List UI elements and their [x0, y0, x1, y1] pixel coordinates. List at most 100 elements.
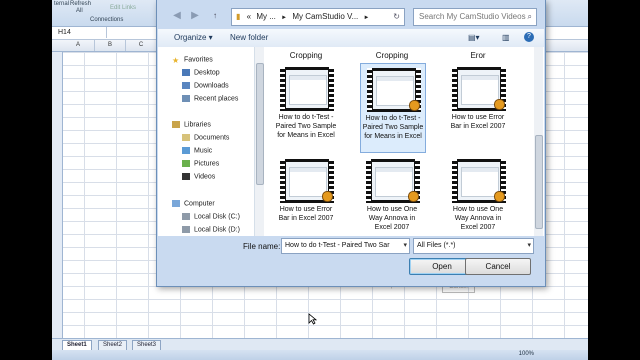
- back-arrow-icon[interactable]: ◀: [171, 10, 183, 22]
- nav-label: Documents: [194, 134, 230, 142]
- nav-label: Local Disk (D:): [194, 226, 240, 234]
- star-icon: ★: [172, 56, 180, 65]
- column-header[interactable]: A: [62, 40, 95, 51]
- pictures-icon: [182, 160, 190, 167]
- nav-label: Favorites: [184, 56, 213, 64]
- nav-libraries[interactable]: Libraries: [172, 121, 211, 128]
- file-name-input[interactable]: How to do t-Test - Paired Two Sar ▾: [281, 238, 410, 254]
- view-options-icon[interactable]: ▤▾: [468, 32, 480, 44]
- new-folder-button[interactable]: New folder: [230, 32, 268, 44]
- file-list-scrollbar[interactable]: [534, 47, 543, 236]
- file-item[interactable]: How to use Error Bar in Excel 2007: [446, 63, 510, 151]
- refresh-icon[interactable]: ↻: [393, 9, 400, 25]
- videos-icon: [182, 173, 190, 180]
- nav-scrollbar[interactable]: [255, 47, 264, 236]
- refresh-all-button[interactable]: Refresh: [70, 1, 91, 7]
- address-overflow[interactable]: «: [247, 12, 251, 21]
- file-item[interactable]: How to do t-Test - Paired Two Sample for…: [274, 63, 338, 151]
- video-thumbnail: [280, 67, 334, 111]
- chevron-down-icon[interactable]: ▾: [527, 239, 531, 253]
- status-bar: 100%: [52, 350, 588, 360]
- cancel-button[interactable]: Cancel: [465, 258, 531, 275]
- organize-button[interactable]: Organize ▾: [174, 32, 213, 44]
- file-caption: How to do t-Test - Paired Two Sample for…: [362, 115, 424, 140]
- file-type-value: All Files (*.*): [417, 242, 456, 249]
- file-item-selected[interactable]: How to do t-Test - Paired Two Sample for…: [360, 63, 426, 153]
- documents-icon: [182, 134, 190, 141]
- row-headers: [52, 52, 63, 338]
- ribbon-label-external[interactable]: ternal: [54, 1, 69, 7]
- mouse-cursor-icon: [308, 313, 317, 325]
- video-thumbnail: [366, 159, 420, 203]
- file-caption: How to use Error Bar in Excel 2007: [278, 206, 334, 222]
- nav-label: Recent places: [194, 95, 239, 103]
- video-thumbnail: [452, 67, 506, 111]
- nav-item-videos[interactable]: Videos: [182, 173, 215, 180]
- column-header[interactable]: C: [126, 40, 157, 51]
- edit-links-button[interactable]: Edit Links: [110, 5, 136, 11]
- help-icon[interactable]: ?: [524, 32, 534, 42]
- forward-arrow-icon[interactable]: ▶: [189, 10, 201, 22]
- address-bar[interactable]: ▮ « My ... ► My CamStudio V... ► ↻: [231, 8, 405, 26]
- camstudio-badge-icon: [494, 191, 505, 202]
- file-caption-partial[interactable]: Eror: [446, 51, 510, 60]
- nav-item-documents[interactable]: Documents: [182, 134, 229, 141]
- file-caption-partial[interactable]: Cropping: [274, 51, 338, 60]
- address-crumb-current[interactable]: My CamStudio V...: [292, 12, 358, 21]
- nav-label: Pictures: [194, 160, 220, 168]
- nav-label: Videos: [194, 173, 216, 181]
- nav-item-pictures[interactable]: Pictures: [182, 160, 219, 167]
- folder-icon: ▮: [236, 12, 241, 21]
- nav-item-drive-c[interactable]: Local Disk (C:): [182, 213, 240, 220]
- recent-places-icon: [182, 95, 190, 102]
- connections-group-label: Connections: [90, 17, 124, 23]
- file-item[interactable]: How to use One Way Annova in Excel 2007: [446, 155, 510, 236]
- libraries-icon: [172, 121, 180, 128]
- nav-item-desktop[interactable]: Desktop: [182, 69, 220, 76]
- drive-icon: [182, 226, 190, 233]
- refresh-all-sublabel[interactable]: All: [76, 8, 83, 14]
- desktop-icon: [182, 69, 190, 76]
- camstudio-badge-icon: [322, 191, 333, 202]
- nav-label: Desktop: [194, 69, 220, 77]
- file-list: Cropping Cropping Eror How to do t-Test …: [266, 47, 532, 236]
- address-separator[interactable]: ►: [364, 15, 370, 21]
- nav-item-downloads[interactable]: Downloads: [182, 82, 229, 89]
- file-item[interactable]: How to use Error Bar in Excel 2007: [274, 155, 338, 236]
- address-crumb[interactable]: My ...: [256, 12, 276, 21]
- file-list-scroll-thumb[interactable]: [535, 135, 543, 229]
- video-thumbnail: [452, 159, 506, 203]
- nav-label: Computer: [184, 200, 215, 208]
- column-header[interactable]: B: [95, 40, 126, 51]
- file-type-select[interactable]: All Files (*.*) ▾: [413, 238, 534, 254]
- nav-scroll-thumb[interactable]: [256, 63, 264, 185]
- nav-favorites[interactable]: ★ Favorites: [172, 56, 213, 65]
- file-caption: How to use One Way Annova in Excel 2007: [366, 206, 418, 231]
- preview-pane-icon[interactable]: ▥: [502, 32, 510, 44]
- music-icon: [182, 147, 190, 154]
- computer-icon: [172, 200, 180, 207]
- zoom-level[interactable]: 100%: [519, 351, 534, 357]
- nav-label: Local Disk (C:): [194, 213, 240, 221]
- name-box[interactable]: H14: [52, 27, 107, 38]
- file-caption-partial[interactable]: Cropping: [360, 51, 424, 60]
- address-row: ◀ ▶ ↑ ▮ « My ... ► My CamStudio V... ► ↻…: [165, 6, 539, 26]
- chevron-down-icon[interactable]: ▾: [403, 239, 407, 253]
- file-name-label: File name:: [243, 242, 281, 251]
- nav-computer[interactable]: Computer: [172, 200, 215, 207]
- nav-item-recent[interactable]: Recent places: [182, 95, 238, 102]
- up-arrow-icon[interactable]: ↑: [209, 10, 221, 22]
- video-thumbnail: [367, 68, 421, 112]
- file-caption: How to use One Way Annova in Excel 2007: [452, 206, 504, 231]
- camstudio-badge-icon: [408, 191, 419, 202]
- address-separator[interactable]: ►: [281, 15, 287, 21]
- dialog-body: ★ Favorites Desktop Downloads Recent plac…: [158, 47, 544, 236]
- nav-label: Downloads: [194, 82, 229, 90]
- nav-item-music[interactable]: Music: [182, 147, 212, 154]
- file-item[interactable]: How to use One Way Annova in Excel 2007: [360, 155, 424, 236]
- search-input[interactable]: Search My CamStudio Videos ⌕: [413, 8, 537, 26]
- nav-item-drive-d[interactable]: Local Disk (D:): [182, 226, 240, 233]
- nav-label: Libraries: [184, 121, 211, 129]
- downloads-icon: [182, 82, 190, 89]
- navigation-pane: ★ Favorites Desktop Downloads Recent plac…: [158, 47, 255, 236]
